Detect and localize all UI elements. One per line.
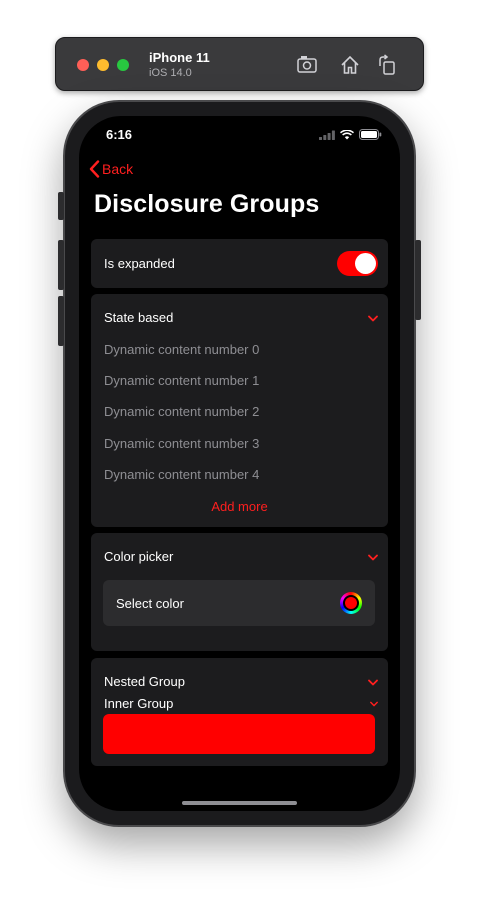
expanded-label: Is expanded — [104, 256, 175, 271]
list-item: Dynamic content number 2 — [104, 404, 260, 419]
state-based-title[interactable]: State based — [104, 310, 173, 325]
volume-down-button — [58, 296, 64, 346]
select-color-row[interactable]: Select color — [103, 580, 375, 626]
add-more-button[interactable]: Add more — [91, 499, 388, 514]
volume-up-button — [58, 240, 64, 290]
expanded-card: Is expanded — [91, 239, 388, 288]
nested-group-title[interactable]: Nested Group — [104, 674, 185, 689]
device-name: iPhone 11 — [149, 50, 210, 65]
simulator-toolbar: iPhone 11 iOS 14.0 — [55, 37, 424, 91]
device-os: iOS 14.0 — [149, 67, 192, 79]
color-well[interactable] — [340, 592, 362, 614]
list-item: Dynamic content number 0 — [104, 342, 260, 357]
chevron-down-icon[interactable] — [370, 701, 378, 708]
back-button[interactable]: Back — [89, 160, 133, 178]
screenshot-icon[interactable] — [296, 54, 318, 76]
select-color-label: Select color — [116, 596, 184, 611]
battery-icon — [359, 127, 382, 145]
minimize-window-button[interactable] — [97, 59, 109, 71]
zoom-window-button[interactable] — [117, 59, 129, 71]
back-label: Back — [102, 161, 134, 177]
chevron-down-icon[interactable] — [368, 315, 378, 322]
power-button — [415, 240, 421, 320]
nested-group: Nested Group Inner Group — [91, 658, 388, 766]
list-item: Dynamic content number 4 — [104, 467, 260, 482]
status-time: 6:16 — [106, 127, 133, 142]
color-picker-group: Color picker Select color — [91, 533, 388, 651]
home-icon[interactable] — [339, 54, 361, 76]
chevron-down-icon[interactable] — [368, 554, 378, 561]
selected-color-swatch — [345, 597, 357, 609]
toggle-knob — [355, 253, 376, 274]
color-picker-title[interactable]: Color picker — [104, 549, 173, 564]
mute-switch — [58, 192, 64, 220]
close-window-button[interactable] — [77, 59, 89, 71]
home-indicator[interactable] — [182, 801, 297, 805]
wifi-icon — [340, 127, 354, 145]
phone-screen: 6:16 Back Disclosure Groups Is expanded … — [79, 116, 400, 811]
status-icons — [319, 127, 382, 145]
chevron-down-icon[interactable] — [368, 679, 378, 686]
rotate-icon[interactable] — [376, 54, 398, 76]
expanded-toggle[interactable] — [337, 251, 378, 276]
list-item: Dynamic content number 3 — [104, 436, 260, 451]
state-based-group: State based Dynamic content number 0 Dyn… — [91, 294, 388, 527]
page-title: Disclosure Groups — [94, 190, 320, 218]
list-item: Dynamic content number 1 — [104, 373, 260, 388]
cellular-icon — [319, 127, 335, 145]
notch — [151, 116, 329, 142]
inner-color-block — [103, 714, 375, 754]
chevron-left-icon — [89, 160, 100, 178]
inner-group-title[interactable]: Inner Group — [104, 696, 173, 711]
